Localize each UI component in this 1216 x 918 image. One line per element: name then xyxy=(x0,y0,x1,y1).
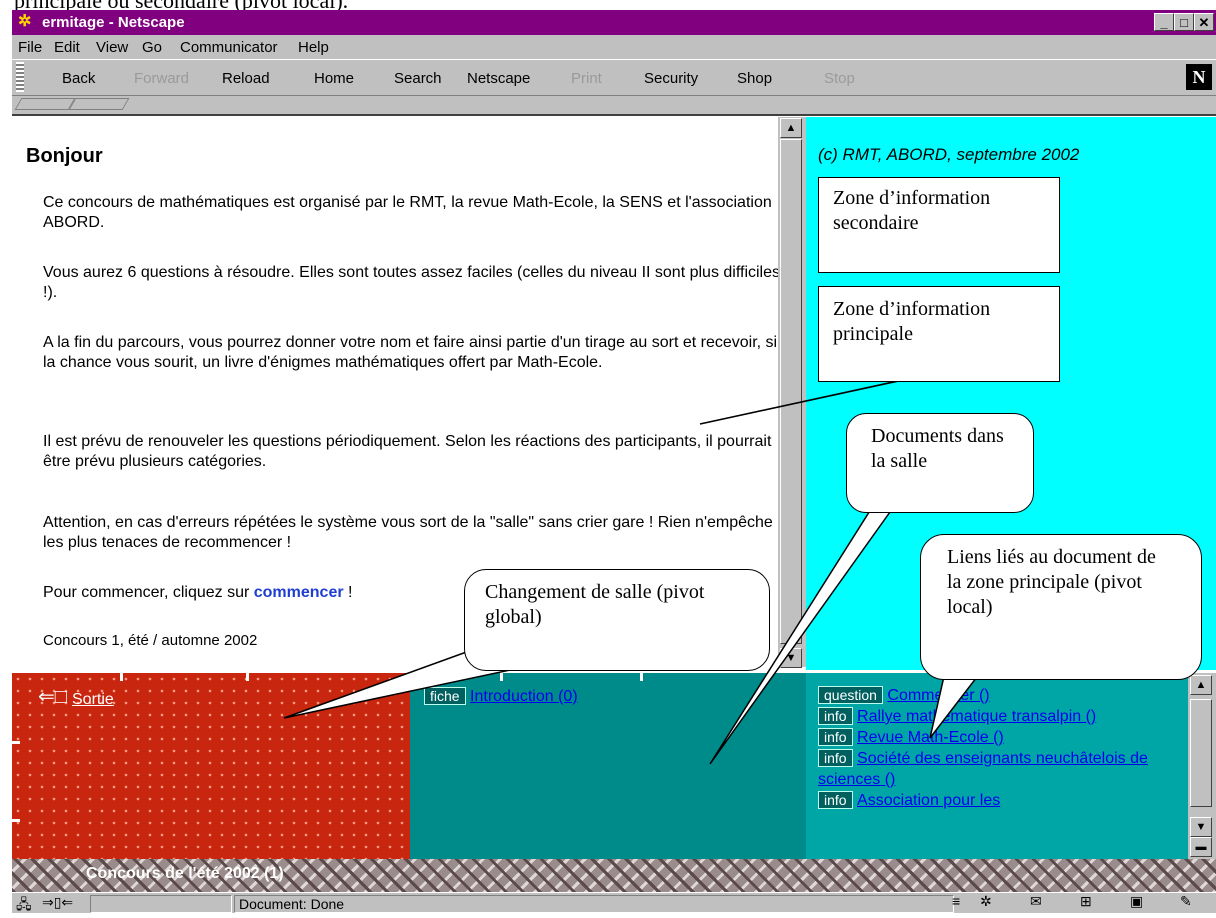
callout-principal: Zone d’information principale xyxy=(818,286,1060,382)
callout-liens: Liens liés au document de la zone princi… xyxy=(920,534,1202,680)
callout-documents: Documents dans la salle xyxy=(846,413,1034,513)
callout-salle: Changement de salle (pivot global) xyxy=(464,569,770,671)
callout-secondary: Zone d’information secondaire xyxy=(818,177,1060,273)
